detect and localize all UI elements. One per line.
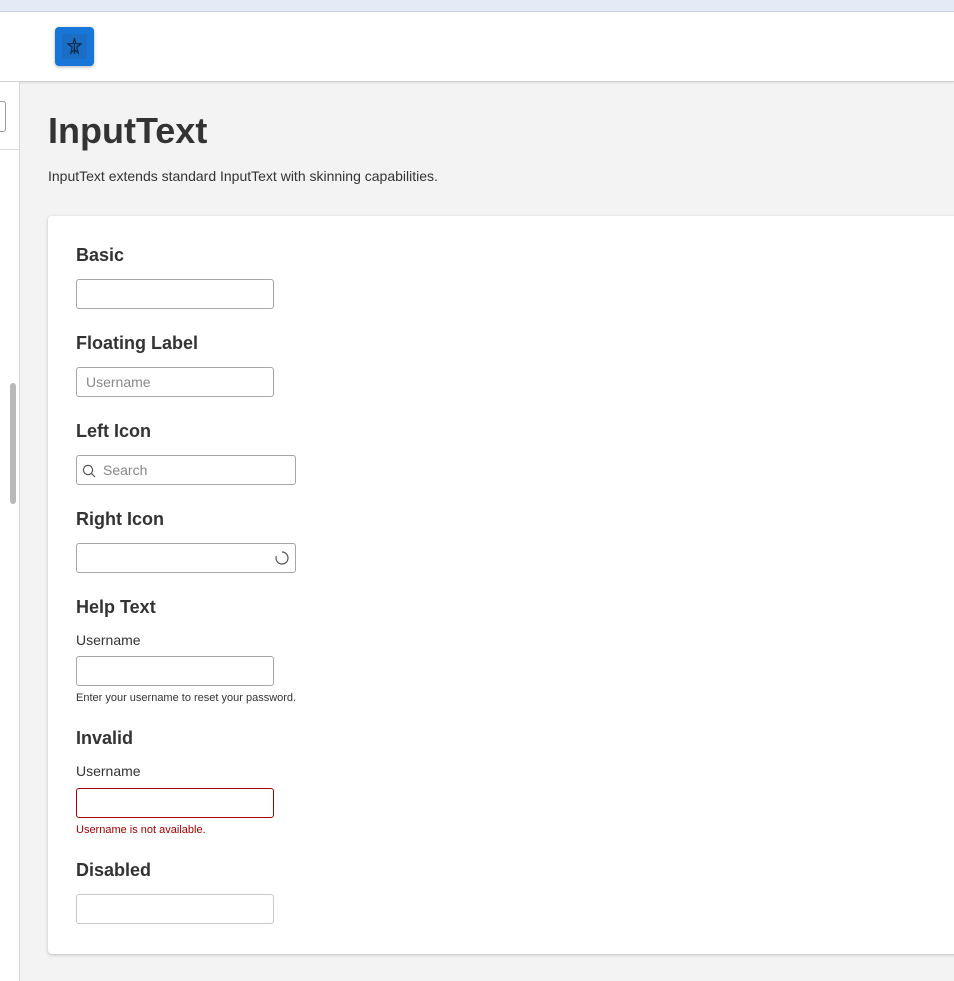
- sidebar-search-input[interactable]: [0, 101, 6, 132]
- app-logo-icon[interactable]: [55, 27, 94, 66]
- page-title: InputText: [48, 110, 208, 151]
- section-title-floating-label: Floating Label: [76, 333, 199, 353]
- sidebar-scrollbar[interactable]: [10, 383, 16, 504]
- basic-input[interactable]: [76, 279, 274, 309]
- section-title-basic: Basic: [76, 245, 125, 265]
- help-username-input[interactable]: [76, 656, 274, 686]
- help-text: Enter your username to reset your passwo…: [76, 692, 297, 704]
- right-icon-input[interactable]: [76, 543, 296, 573]
- section-title-help-text: Help Text: [76, 597, 156, 617]
- section-title-right-icon: Right Icon: [76, 509, 164, 529]
- floating-label-input[interactable]: [76, 367, 274, 397]
- disabled-input: [76, 894, 274, 924]
- search-input[interactable]: [76, 455, 296, 485]
- sidebar: [0, 82, 20, 981]
- section-title-invalid: Invalid: [76, 728, 134, 748]
- section-title-left-icon: Left Icon: [76, 421, 151, 441]
- invalid-error-text: Username is not available.: [76, 824, 206, 836]
- invalid-username-input[interactable]: [76, 788, 274, 818]
- page-description: InputText extends standard InputText wit…: [48, 168, 438, 184]
- top-bar: [0, 12, 954, 82]
- sidebar-divider: [0, 149, 19, 150]
- browser-top-strip: [0, 0, 954, 12]
- invalid-username-label: Username: [76, 763, 141, 779]
- help-username-label: Username: [76, 632, 141, 648]
- spinner-icon: [275, 551, 289, 565]
- search-icon: [82, 464, 96, 478]
- demo-card: Basic Floating Label Left Icon Right Ico…: [48, 216, 954, 954]
- section-title-disabled: Disabled: [76, 860, 152, 880]
